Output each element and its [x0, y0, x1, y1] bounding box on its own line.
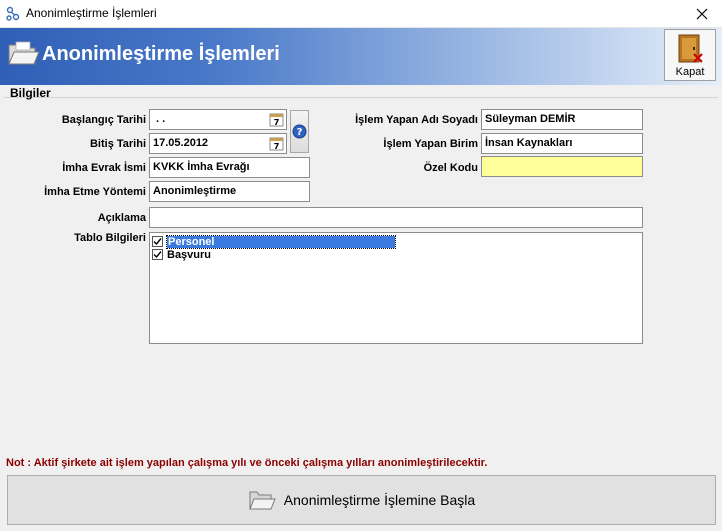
start-date-label: Başlangıç Tarihi — [61, 114, 146, 126]
doc-name-label: İmha Evrak İsmi — [62, 162, 146, 174]
special-code-label: Özel Kodu — [423, 162, 478, 174]
question-icon: ? — [292, 124, 307, 139]
svg-text:7: 7 — [274, 142, 280, 151]
folder-open-icon — [6, 36, 40, 70]
info-note: Not : Aktif şirkete ait işlem yapılan ça… — [6, 457, 488, 469]
app-icon — [5, 6, 21, 22]
list-item[interactable]: Personel — [152, 234, 396, 249]
special-code-field[interactable] — [481, 156, 643, 177]
calendar-icon[interactable]: 7 — [269, 112, 284, 127]
window-title: Anonimleştirme İşlemleri — [26, 6, 157, 20]
list-item-label: Başvuru — [167, 248, 212, 261]
start-anonymization-button[interactable]: Anonimleştirme İşlemine Başla — [7, 475, 716, 525]
method-label: İmha Etme Yöntemi — [44, 186, 146, 198]
check-icon — [153, 238, 162, 246]
checkbox[interactable] — [152, 249, 163, 260]
folder-open-icon — [249, 491, 276, 510]
tables-listbox[interactable]: Personel Başvuru — [149, 232, 643, 344]
banner-title: Anonimleştirme İşlemleri — [42, 43, 280, 65]
method-field[interactable]: Anonimleştirme — [149, 181, 310, 202]
list-item[interactable]: Başvuru — [152, 248, 211, 261]
unit-field[interactable]: İnsan Kaynakları — [481, 133, 643, 154]
end-date-value: 17.05.2012 — [153, 137, 209, 149]
tables-label: Tablo Bilgileri — [74, 232, 146, 244]
user-label: İşlem Yapan Adı Soyadı — [355, 114, 478, 126]
header-banner: Anonimleştirme İşlemleri — [0, 28, 722, 85]
title-bar: Anonimleştirme İşlemleri — [0, 0, 722, 28]
end-date-label: Bitiş Tarihi — [89, 138, 146, 150]
unit-label: İşlem Yapan Birim — [383, 138, 478, 150]
start-button-label: Anonimleştirme İşlemine Başla — [283, 492, 476, 508]
description-label: Açıklama — [97, 212, 146, 224]
check-icon — [153, 251, 162, 259]
calendar-icon[interactable]: 7 — [269, 136, 284, 151]
close-icon — [696, 8, 708, 20]
checkbox[interactable] — [152, 236, 163, 247]
window-close-button[interactable] — [682, 0, 722, 28]
close-button-label: Kapat — [675, 66, 705, 78]
doc-name-field[interactable]: KVKK İmha Evrağı — [149, 157, 310, 178]
section-title: Bilgiler — [10, 86, 51, 100]
svg-text:7: 7 — [274, 118, 280, 127]
list-item-label: Personel — [166, 234, 396, 249]
start-date-value: . . — [153, 113, 166, 125]
close-button[interactable]: Kapat — [664, 29, 716, 81]
exit-door-icon — [678, 34, 703, 63]
start-date-field[interactable]: . . 7 — [149, 109, 287, 130]
group-divider — [4, 97, 718, 98]
user-field[interactable]: Süleyman DEMİR — [481, 109, 643, 130]
svg-text:?: ? — [297, 127, 303, 138]
end-date-field[interactable]: 17.05.2012 7 — [149, 133, 287, 154]
help-button[interactable]: ? — [290, 110, 309, 153]
description-field[interactable] — [149, 207, 643, 228]
